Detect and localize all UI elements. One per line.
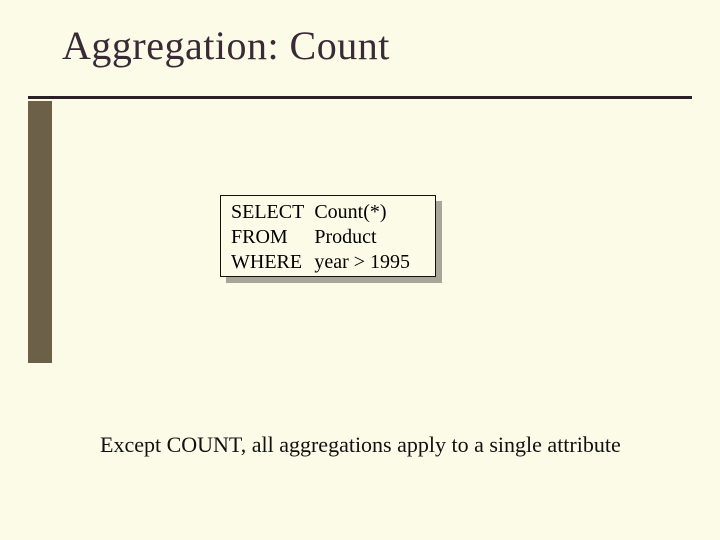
slide-title: Aggregation: Count [62, 22, 390, 69]
left-accent-block [28, 101, 52, 363]
code-row: WHERE year > 1995 [231, 250, 410, 275]
sql-rest: Product [314, 225, 410, 250]
sql-code-table: SELECT Count(*) FROM Product WHERE year … [231, 200, 410, 275]
sql-code-box: SELECT Count(*) FROM Product WHERE year … [220, 195, 436, 277]
sql-keyword: WHERE [231, 250, 314, 275]
code-row: FROM Product [231, 225, 410, 250]
title-underline-rule [28, 96, 692, 99]
sql-keyword: FROM [231, 225, 314, 250]
footer-note: Except COUNT, all aggregations apply to … [100, 432, 621, 458]
code-row: SELECT Count(*) [231, 200, 410, 225]
sql-rest: year > 1995 [314, 250, 410, 275]
sql-keyword: SELECT [231, 200, 314, 225]
slide: Aggregation: Count SELECT Count(*) FROM … [0, 0, 720, 540]
sql-rest: Count(*) [314, 200, 410, 225]
